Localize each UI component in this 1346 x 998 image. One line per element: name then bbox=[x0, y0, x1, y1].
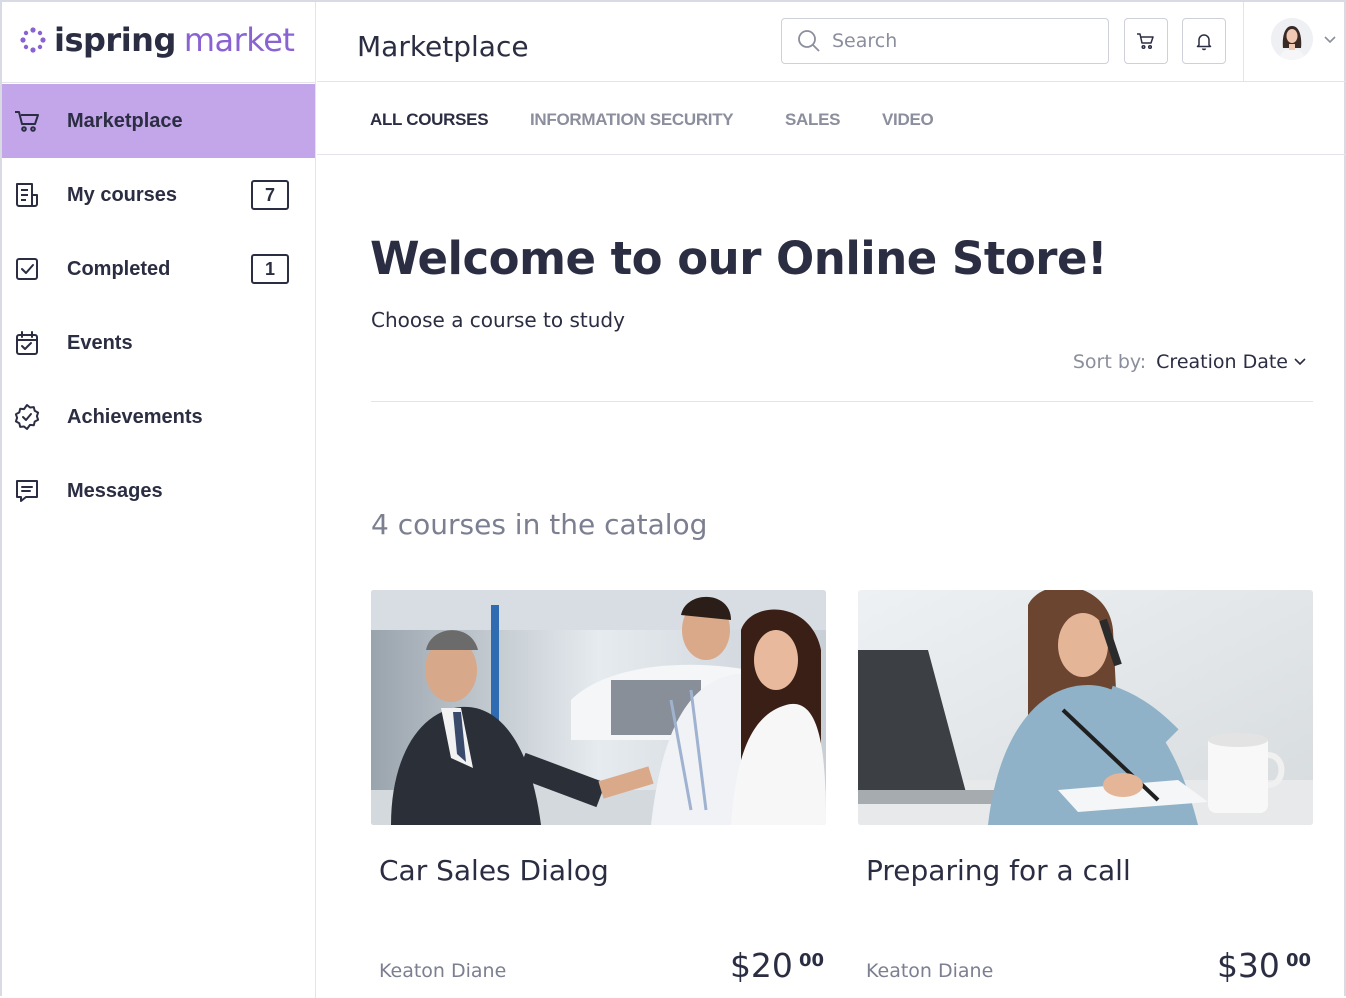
catalog-count: 4 courses in the catalog bbox=[371, 508, 708, 541]
sidebar-item-label: Marketplace bbox=[67, 109, 183, 132]
course-image[interactable] bbox=[858, 590, 1313, 825]
sidebar-item-marketplace[interactable]: Marketplace bbox=[2, 84, 315, 158]
bell-icon bbox=[1196, 34, 1212, 51]
sidebar-item-label: Achievements bbox=[67, 405, 203, 428]
course-price: $30 00 bbox=[1217, 946, 1311, 985]
sidebar-nav: Marketplace My courses 7 Completed 1 Eve… bbox=[2, 84, 315, 528]
count-badge: 7 bbox=[251, 180, 289, 210]
logo-text-part1: ispring bbox=[54, 21, 176, 59]
notifications-button[interactable] bbox=[1182, 18, 1226, 64]
tab-all-courses[interactable]: ALL COURSES bbox=[370, 110, 489, 130]
course-image[interactable] bbox=[371, 590, 826, 825]
price-amount: $30 bbox=[1216, 946, 1280, 985]
price-cents: 00 bbox=[798, 950, 824, 971]
sidebar-item-events[interactable]: Events bbox=[2, 306, 315, 380]
app-window: ispring market Marketplace My courses 7 … bbox=[0, 0, 1346, 998]
sidebar-item-my-courses[interactable]: My courses 7 bbox=[2, 158, 315, 232]
sort-label: Sort by: bbox=[1072, 351, 1147, 373]
cart-button[interactable] bbox=[1124, 18, 1168, 64]
course-title[interactable]: Preparing for a call bbox=[866, 854, 1131, 887]
welcome-subtitle: Choose a course to study bbox=[371, 308, 625, 332]
sort-control[interactable]: Sort by: Creation Date bbox=[1073, 351, 1308, 373]
sidebar-item-messages[interactable]: Messages bbox=[2, 454, 315, 528]
tab-sales[interactable]: SALES bbox=[785, 110, 840, 130]
top-header: Marketplace bbox=[317, 2, 1346, 82]
sidebar-item-label: Messages bbox=[67, 479, 163, 502]
sort-select[interactable]: Creation Date bbox=[1156, 351, 1288, 373]
chevron-down-icon[interactable] bbox=[1292, 354, 1308, 370]
divider bbox=[1243, 2, 1244, 82]
search-box[interactable] bbox=[781, 18, 1109, 64]
course-card[interactable]: Preparing for a call Keaton Diane $30 00 bbox=[858, 590, 1313, 998]
divider bbox=[371, 401, 1313, 402]
courses-icon bbox=[13, 181, 41, 209]
avatar[interactable] bbox=[1271, 18, 1313, 60]
sidebar-item-completed[interactable]: Completed 1 bbox=[2, 232, 315, 306]
course-price: $20 00 bbox=[730, 946, 824, 985]
course-card[interactable]: Car Sales Dialog Keaton Diane $20 00 bbox=[371, 590, 826, 998]
category-tabs: ALL COURSES INFORMATION SECURITY SALES V… bbox=[317, 83, 1346, 155]
sidebar-item-label: Completed bbox=[67, 257, 171, 280]
logo-text-part2: market bbox=[183, 21, 295, 59]
logo[interactable]: ispring market bbox=[18, 18, 295, 62]
search-input[interactable] bbox=[832, 30, 1092, 52]
price-amount: $20 bbox=[729, 946, 793, 985]
medal-icon bbox=[13, 403, 41, 431]
tab-information-security[interactable]: INFORMATION SECURITY bbox=[530, 110, 734, 130]
course-title[interactable]: Car Sales Dialog bbox=[379, 854, 609, 887]
tab-video[interactable]: VIDEO bbox=[882, 110, 934, 130]
logo-icon bbox=[20, 27, 46, 53]
message-icon bbox=[13, 477, 41, 505]
sidebar: ispring market Marketplace My courses 7 … bbox=[2, 2, 316, 998]
calendar-icon bbox=[13, 329, 41, 357]
divider bbox=[2, 82, 316, 83]
sidebar-item-label: Events bbox=[67, 331, 133, 354]
chevron-down-icon[interactable] bbox=[1323, 32, 1337, 46]
cart-icon bbox=[13, 107, 41, 135]
sidebar-item-label: My courses bbox=[67, 183, 178, 206]
page-title: Marketplace bbox=[357, 30, 529, 63]
checkbox-icon bbox=[13, 255, 41, 283]
welcome-heading: Welcome to our Online Store! bbox=[370, 232, 1107, 285]
cart-icon bbox=[1137, 33, 1154, 50]
search-icon bbox=[798, 30, 820, 52]
sidebar-item-achievements[interactable]: Achievements bbox=[2, 380, 315, 454]
price-cents: 00 bbox=[1285, 950, 1311, 971]
course-author: Keaton Diane bbox=[379, 960, 507, 982]
count-badge: 1 bbox=[251, 254, 289, 284]
course-author: Keaton Diane bbox=[866, 960, 994, 982]
